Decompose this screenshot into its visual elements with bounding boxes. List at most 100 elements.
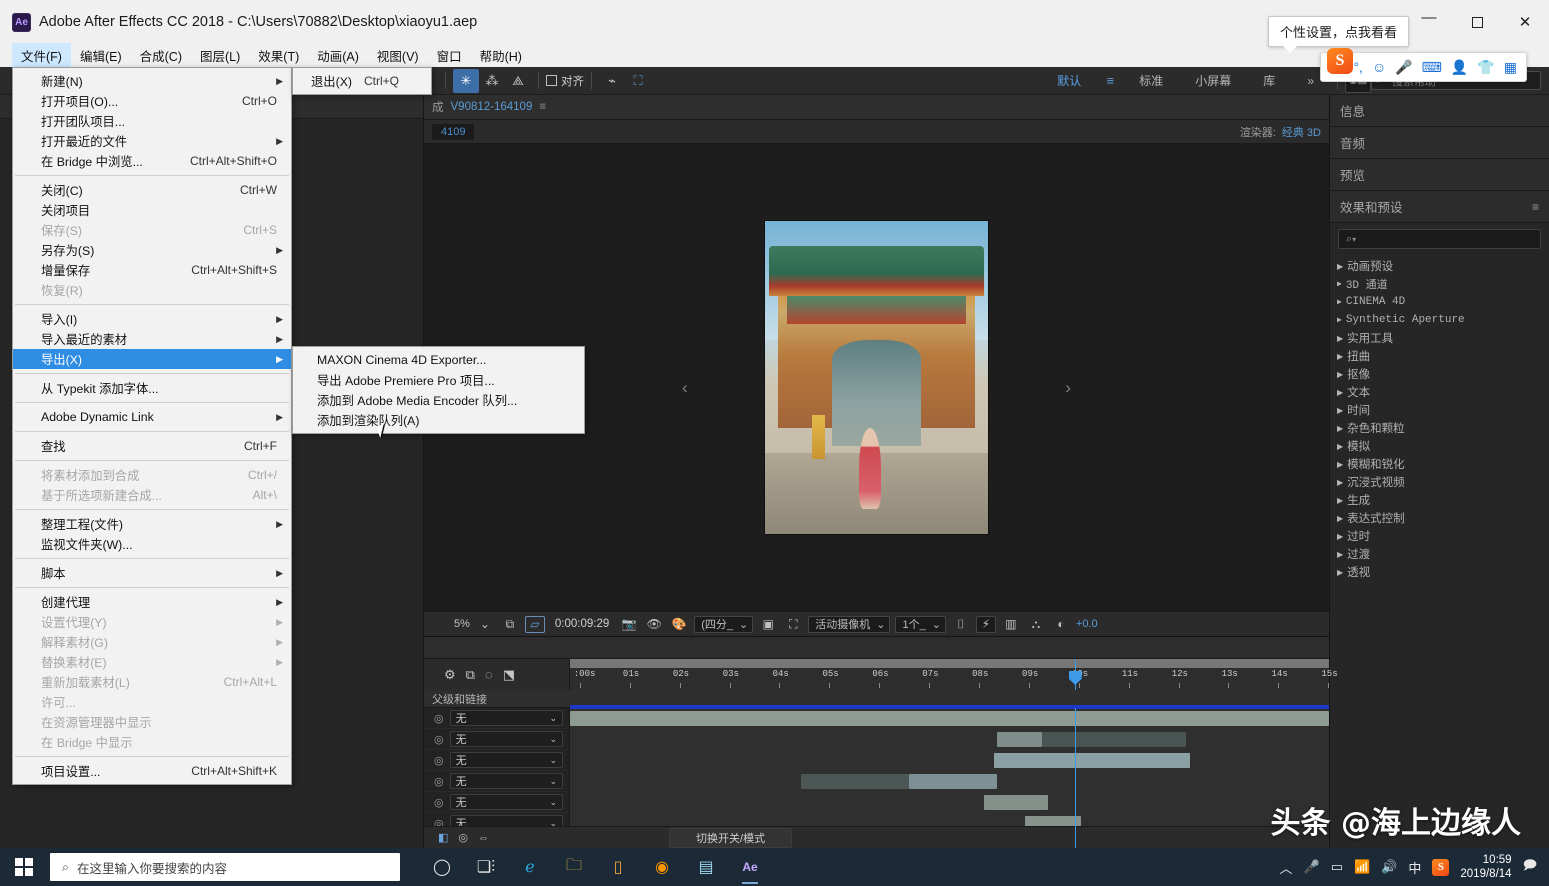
file-menu-item[interactable]: 整理工程(文件)▶ <box>13 514 291 534</box>
workspace-smallscreen[interactable]: 小屏幕 <box>1179 72 1247 89</box>
edge-icon[interactable]: ℯ <box>510 848 550 886</box>
menu-edit[interactable]: 编辑(E) <box>71 43 131 68</box>
store-icon[interactable]: ▯ <box>598 848 638 886</box>
timeline-work-area[interactable] <box>570 659 1329 668</box>
file-menu-item[interactable]: 监视文件夹(W)... <box>13 534 291 554</box>
file-menu-item[interactable]: 打开团队项目... <box>13 111 291 131</box>
start-button[interactable] <box>0 848 48 886</box>
pick-whip-icon[interactable]: ◎ <box>434 775 444 788</box>
task-view-icon[interactable]: ❏⫶ <box>466 848 506 886</box>
brainstorm-icon[interactable]: ⬔ <box>503 667 515 683</box>
layer-bar[interactable] <box>997 732 1043 747</box>
onenote-icon[interactable]: ▤ <box>686 848 726 886</box>
layer-bar[interactable] <box>1042 732 1186 747</box>
workspace-standard[interactable]: 标准 <box>1123 72 1179 89</box>
viewport-right-handle[interactable]: › <box>1065 378 1071 398</box>
firefox-icon[interactable]: ◉ <box>642 848 682 886</box>
file-menu-item[interactable]: 在 Bridge 中浏览...Ctrl+Alt+Shift+O <box>13 151 291 171</box>
close-button[interactable]: ✕ <box>1501 0 1549 44</box>
parent-dropdown[interactable]: 无⌄ <box>450 794 563 810</box>
file-menu-item[interactable]: 新建(N)▶ <box>13 71 291 91</box>
menu-view[interactable]: 视图(V) <box>368 43 428 68</box>
ime-microphone-icon[interactable]: 🎤 <box>1395 60 1412 74</box>
ime-apps-icon[interactable]: ▦ <box>1504 60 1517 74</box>
region-interest-toggle-icon[interactable]: ▣ <box>758 616 778 633</box>
axis-local-icon[interactable]: ⁂ <box>479 69 505 93</box>
transfer-controls-icon[interactable]: ◎ <box>458 831 468 844</box>
snapshot-icon[interactable]: 📷 <box>619 616 639 633</box>
export-submenu-item[interactable]: 添加到渲染队列(A) <box>293 410 584 430</box>
transparency-grid-icon[interactable]: ⛶ <box>783 616 803 633</box>
ime-user-icon[interactable]: 👤 <box>1451 60 1468 74</box>
workspace-menu-icon[interactable]: ≡ <box>1097 69 1123 93</box>
zoom-level[interactable]: 5% <box>454 618 470 630</box>
effect-category-3d-channel[interactable]: ▶3D 通道 <box>1330 275 1549 293</box>
layer-track[interactable] <box>569 792 1329 813</box>
panel-audio[interactable]: 音频 <box>1330 127 1549 159</box>
sogou-ime-logo[interactable]: S <box>1327 48 1353 74</box>
axis-view-icon[interactable]: ⟁ <box>505 69 531 93</box>
ime-indicator[interactable]: 中 <box>1408 858 1421 877</box>
taskbar-search-input[interactable]: ⌕ 在这里输入你要搜索的内容 <box>50 853 400 881</box>
renderer-control[interactable]: 渲染器: 经典 3D <box>1240 124 1321 140</box>
menu-composition[interactable]: 合成(C) <box>131 43 191 68</box>
taskbar-clock[interactable]: 10:59 2019/8/14 <box>1460 853 1511 882</box>
current-time[interactable]: 0:00:09:29 <box>550 618 614 630</box>
parent-dropdown[interactable]: 无⌄ <box>450 710 563 726</box>
panel-preview[interactable]: 预览 <box>1330 159 1549 191</box>
effect-category-text[interactable]: ▶文本 <box>1330 383 1549 401</box>
graph-editor-icon[interactable]: ◌ <box>485 667 493 682</box>
panel-menu-icon[interactable]: ≡ <box>1532 200 1539 214</box>
timeline-icon[interactable]: ▥ <box>1001 616 1021 633</box>
effect-category-simulation[interactable]: ▶模拟 <box>1330 437 1549 455</box>
battery-icon[interactable]: ▭ <box>1331 859 1343 875</box>
wifi-icon[interactable]: 📶 <box>1354 859 1370 875</box>
effect-category-generate[interactable]: ▶生成 <box>1330 491 1549 509</box>
menu-window[interactable]: 窗口 <box>428 43 471 68</box>
parent-dropdown[interactable]: 无⌄ <box>450 731 563 747</box>
file-menu-item[interactable]: 增量保存Ctrl+Alt+Shift+S <box>13 260 291 280</box>
pick-whip-icon[interactable]: ◎ <box>434 796 444 809</box>
stretch-icon[interactable]: ⇔ <box>478 832 489 844</box>
menu-effect[interactable]: 效果(T) <box>249 43 308 68</box>
sogou-tray-icon[interactable]: S <box>1432 859 1449 876</box>
zoom-dropdown-icon[interactable]: ⌄ <box>475 616 495 633</box>
file-menu-item[interactable]: 项目设置...Ctrl+Alt+Shift+K <box>13 761 291 781</box>
viewport-left-handle[interactable]: ‹ <box>682 378 688 398</box>
exposure-icon[interactable]: ◐ <box>1051 616 1071 633</box>
effect-category-obsolete[interactable]: ▶过时 <box>1330 527 1549 545</box>
layer-bar[interactable] <box>984 795 1049 810</box>
effect-category-animation-presets[interactable]: ▶动画预设 <box>1330 257 1549 275</box>
ime-keyboard-icon[interactable]: ⌨ <box>1422 60 1442 74</box>
file-explorer-icon[interactable]: 🗀 <box>554 848 594 886</box>
fast-previews-icon[interactable]: ⚡ <box>976 616 996 633</box>
effects-search-input[interactable]: ⌕▾ <box>1338 229 1541 249</box>
views-dropdown[interactable]: 1个_ ⌄ <box>895 616 945 633</box>
notification-icon[interactable]: 🗩 <box>1523 856 1537 878</box>
show-snapshot-icon[interactable]: 👁 <box>644 616 664 633</box>
panel-effects-presets[interactable]: 效果和预设 ≡ <box>1330 191 1549 223</box>
file-menu-item[interactable]: 打开最近的文件▶ <box>13 131 291 151</box>
export-submenu-item[interactable]: 导出 Adobe Premiere Pro 项目... <box>293 370 584 390</box>
file-menu-item[interactable]: 打开项目(O)...Ctrl+O <box>13 91 291 111</box>
file-menu-item[interactable]: 查找Ctrl+F <box>13 436 291 456</box>
comp-flowchart-icon[interactable]: ⛬ <box>1026 616 1046 633</box>
timeline-layer-row[interactable]: ◎无⌄ <box>424 750 1329 771</box>
parent-dropdown[interactable]: 无⌄ <box>450 752 563 768</box>
pick-whip-icon[interactable]: ◎ <box>434 733 444 746</box>
effect-category-keying[interactable]: ▶抠像 <box>1330 365 1549 383</box>
layer-track[interactable] <box>569 729 1329 750</box>
file-menu-item[interactable]: Adobe Dynamic Link▶ <box>13 407 291 427</box>
effect-category-cinema4d[interactable]: ▶CINEMA 4D <box>1330 293 1549 311</box>
volume-icon[interactable]: 🔊 <box>1381 859 1397 875</box>
cortana-icon[interactable]: ◯ <box>422 848 462 886</box>
ime-skin-icon[interactable]: 👕 <box>1477 60 1494 74</box>
effect-category-distort[interactable]: ▶扭曲 <box>1330 347 1549 365</box>
effect-category-blur-sharpen[interactable]: ▶模糊和锐化 <box>1330 455 1549 473</box>
menu-animation[interactable]: 动画(A) <box>308 43 368 68</box>
file-menu-dropdown[interactable]: 新建(N)▶打开项目(O)...Ctrl+O打开团队项目...打开最近的文件▶在… <box>12 67 292 785</box>
composition-tab-name[interactable]: V90812-164109 <box>451 101 533 113</box>
effect-category-noise-grain[interactable]: ▶杂色和颗粒 <box>1330 419 1549 437</box>
toggle-switches-modes-button[interactable]: 切换开关/模式 <box>669 828 792 848</box>
frame-blending-icon[interactable]: ⧉ <box>466 667 475 683</box>
